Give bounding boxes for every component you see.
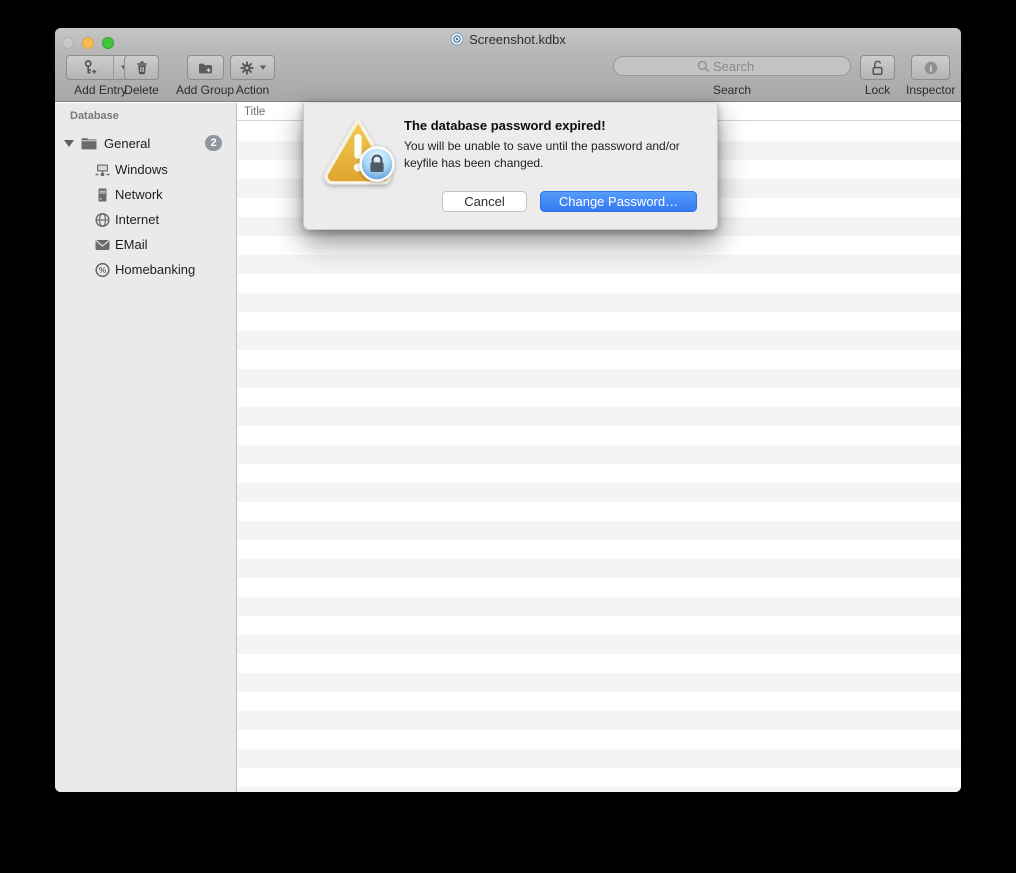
add-group-button[interactable] xyxy=(186,55,224,80)
search-label: Search xyxy=(712,83,752,97)
svg-text:%: % xyxy=(99,265,107,275)
folder-icon xyxy=(80,136,98,151)
trash-icon xyxy=(134,59,150,76)
search-input-wrap[interactable] xyxy=(613,56,851,76)
delete-label: Delete xyxy=(124,83,159,97)
sidebar-item-network[interactable]: Network xyxy=(55,182,236,207)
info-icon: i xyxy=(923,60,939,76)
search-input[interactable] xyxy=(713,58,767,74)
sidebar-item-email[interactable]: EMail xyxy=(55,232,236,257)
dialog-message: You will be unable to save until the pas… xyxy=(404,139,680,170)
sidebar: Database General 2 Windows Network Inter… xyxy=(55,103,237,792)
add-group-label: Add Group xyxy=(176,83,235,97)
warning-icon xyxy=(322,116,395,186)
add-entry-label: Add Entry xyxy=(74,83,127,97)
document-proxy-icon[interactable] xyxy=(450,32,464,46)
change-password-button[interactable]: Change Password… xyxy=(540,191,697,212)
email-icon xyxy=(94,238,111,252)
search-icon xyxy=(697,60,710,73)
homebanking-icon: % xyxy=(94,262,111,278)
entry-count-badge: 2 xyxy=(205,135,222,151)
key-plus-icon xyxy=(82,59,99,76)
internet-icon xyxy=(94,212,111,228)
gear-icon xyxy=(239,60,255,76)
sidebar-item-internet[interactable]: Internet xyxy=(55,207,236,232)
title-column-header: Title xyxy=(244,105,266,118)
folder-plus-icon xyxy=(197,60,214,76)
svg-text:i: i xyxy=(929,64,932,74)
sidebar-section-header: Database xyxy=(70,110,119,122)
cancel-button[interactable]: Cancel xyxy=(442,191,527,212)
disclosure-triangle-icon[interactable] xyxy=(64,140,74,147)
lock-label: Lock xyxy=(864,83,891,97)
lock-button[interactable] xyxy=(860,55,895,80)
window-title: Screenshot.kdbx xyxy=(469,31,566,47)
titlebar: Screenshot.kdbx xyxy=(55,28,961,50)
sidebar-item-windows[interactable]: Windows xyxy=(55,157,236,182)
inspector-button[interactable]: i xyxy=(911,55,951,80)
dialog-title: The database password expired! xyxy=(404,118,606,133)
inspector-label: Inspector xyxy=(906,83,956,97)
toolbar: Add Entry Delete Add Group Action Search… xyxy=(55,50,961,102)
sidebar-group-label: General xyxy=(104,136,151,151)
password-expired-dialog: The database password expired! You will … xyxy=(303,103,718,230)
action-button[interactable] xyxy=(230,55,275,80)
network-icon xyxy=(94,187,111,203)
sidebar-item-homebanking[interactable]: % Homebanking xyxy=(55,257,236,282)
chevron-down-icon xyxy=(259,65,266,70)
windows-icon xyxy=(94,162,111,178)
app-window: Screenshot.kdbx Add Entry Delete Add Gro… xyxy=(55,28,961,792)
unlock-icon xyxy=(869,59,886,77)
sidebar-group-general[interactable]: General 2 xyxy=(55,132,236,155)
window-chrome: Screenshot.kdbx Add Entry Delete Add Gro… xyxy=(55,28,961,102)
action-label: Action xyxy=(235,83,270,97)
delete-button[interactable] xyxy=(124,55,159,80)
lock-badge-icon xyxy=(359,146,395,182)
